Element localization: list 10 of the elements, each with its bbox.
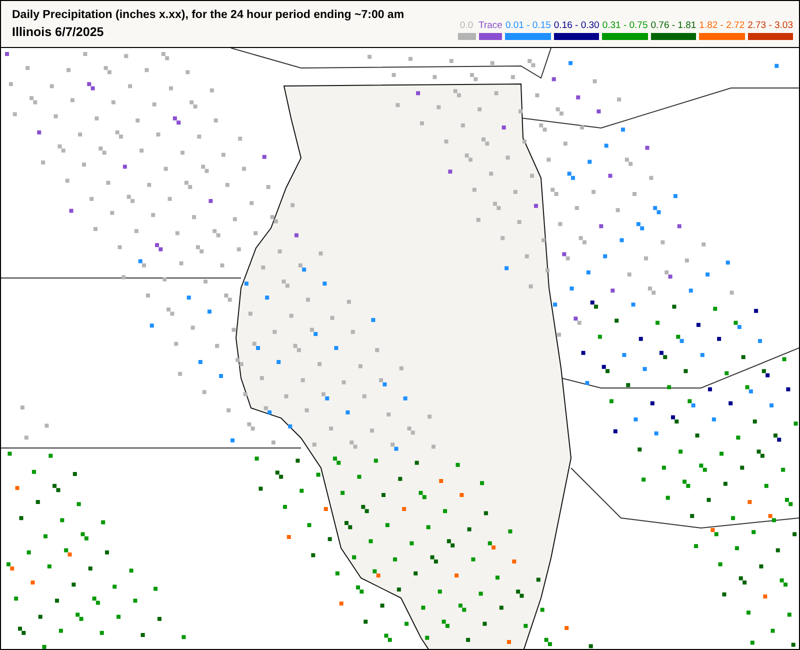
map-title: Daily Precipitation (inches x.xx), for the 24 hour period ending ~7:00 am <box>12 9 406 21</box>
legend-label: 0.16 - 0.30 <box>554 20 600 31</box>
legend-label: 0.01 - 0.15 <box>505 20 551 31</box>
legend-label: 0.31 - 0.75 <box>602 20 648 31</box>
legend-label: 2.73 - 3.03 <box>748 20 793 31</box>
legend-label: Trace <box>478 20 502 31</box>
legend-label: 1.82 - 2.72 <box>699 20 745 31</box>
map-subtitle: Illinois 6/7/2025 <box>12 25 105 39</box>
legend-label: 0.76 - 1.81 <box>650 20 696 31</box>
legend-label: 0.0 <box>458 20 474 31</box>
